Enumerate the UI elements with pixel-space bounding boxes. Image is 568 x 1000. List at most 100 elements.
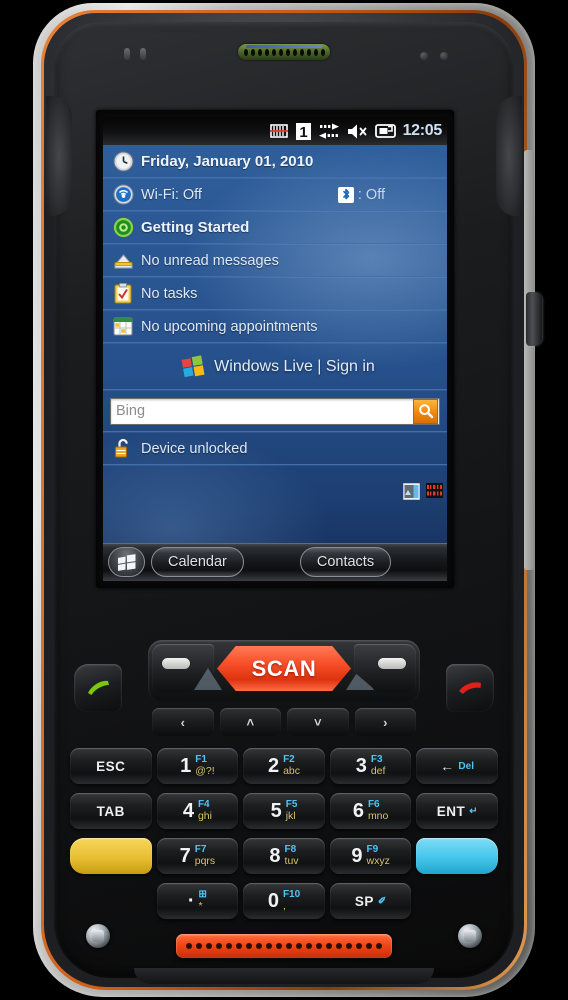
indicator-led-2 (140, 48, 146, 60)
home-appointments-label: No upcoming appointments (141, 318, 318, 335)
key-3[interactable]: 3 F3 def (329, 748, 412, 784)
home-screen: Friday, January 01, 2010 Wi-Fi: Off: Of… (103, 145, 447, 581)
key-2[interactable]: 2 F2 abc (243, 748, 325, 784)
key-1-alt: @?! (195, 764, 215, 777)
signal-off-icon[interactable] (269, 123, 289, 139)
home-bluetooth-status[interactable]: : Off (337, 186, 385, 203)
keypad-panel: SCAN ‹ ˄ ˅ › ESC 1 F1 @?! 2 F2 abc 3 F3 … (70, 640, 498, 940)
status-bar-clock: 12:05 (402, 122, 443, 139)
connectivity-icon[interactable] (318, 123, 340, 140)
search-icon (418, 404, 433, 419)
system-tray[interactable] (403, 483, 443, 500)
call-end-icon (456, 677, 484, 699)
nav-down-key[interactable]: ˅ (287, 708, 349, 736)
barcode-tray-icon[interactable] (426, 483, 443, 500)
keypad-spacer-right (416, 883, 498, 919)
search-input[interactable]: Bing (111, 403, 145, 419)
home-row-search[interactable]: Bing (103, 390, 447, 432)
home-row-tasks[interactable]: No tasks (103, 277, 447, 310)
home-row-getting-started[interactable]: Getting Started (103, 211, 447, 244)
sensor-dot-2 (440, 52, 448, 60)
key-2-alt: abc (283, 764, 301, 777)
home-wifi-label: Wi-Fi: Off (141, 186, 202, 203)
calendar-icon (109, 317, 137, 336)
taskbar-contacts-button[interactable]: Contacts (299, 547, 392, 577)
screenshot-stage: 1 12:05 Friday, January 01, 2010 Wi-Fi: … (0, 0, 568, 1000)
key-6-digit: 6 (352, 800, 364, 822)
key-tab[interactable]: TAB (70, 793, 152, 829)
key-0-alt: , (282, 899, 286, 912)
key-2-digit: 2 (267, 755, 280, 777)
volume-icon[interactable] (347, 123, 368, 140)
key-1[interactable]: 1 F1 @?! (156, 748, 239, 784)
home-row-messages[interactable]: No unread messages (103, 244, 447, 277)
scanner-tray-icon[interactable] (403, 483, 420, 500)
call-answer-key[interactable] (74, 664, 122, 712)
battery-plug-icon[interactable] (374, 123, 396, 139)
device-top-face (54, 22, 514, 102)
messages-icon (109, 251, 137, 270)
home-row-wifi[interactable]: Wi-Fi: Off : Off (103, 178, 447, 211)
search-box[interactable]: Bing (110, 397, 440, 425)
key-tab-label: TAB (96, 803, 125, 819)
home-row-windows-live[interactable]: Windows Live | Sign in (103, 343, 447, 390)
key-enter-label: ENT (436, 803, 466, 819)
keypad-grid: ESC 1 F1 @?! 2 F2 abc 3 F3 def ← Del TAB… (70, 748, 498, 919)
windows-live-icon (181, 354, 205, 379)
key-9[interactable]: 9 F9 wxyz (329, 838, 412, 874)
key-4[interactable]: 4 F4 ghi (156, 793, 239, 829)
taskbar-calendar-button[interactable]: Calendar (151, 547, 244, 577)
home-row-date[interactable]: Friday, January 01, 2010 (103, 145, 447, 178)
home-tasks-label: No tasks (141, 285, 198, 302)
key-enter[interactable]: ENT ↵ (416, 793, 498, 829)
nav-left-key[interactable]: ‹ (152, 708, 214, 736)
key-del-label: Del (458, 760, 474, 772)
key-7-alt: pqrs (194, 854, 216, 867)
backspace-arrow-icon: ← (440, 758, 455, 774)
key-yellow-function[interactable] (70, 838, 152, 874)
key-5[interactable]: 5 F5 jkl (243, 793, 325, 829)
enter-arrow-icon: ↵ (469, 805, 478, 817)
taskbar[interactable]: Calendar Contacts (103, 543, 447, 581)
bottom-speaker-grille (176, 934, 392, 958)
device-right-grip (496, 96, 522, 216)
key-7-digit: 7 (179, 845, 191, 867)
svg-text:1: 1 (299, 124, 307, 140)
key-0[interactable]: 0 F10 , (243, 883, 325, 919)
key-5-digit: 5 (270, 800, 282, 822)
wifi-icon (109, 184, 137, 205)
key-7[interactable]: 7 F7 pqrs (156, 838, 239, 874)
nav-right-key[interactable]: › (354, 708, 416, 736)
device-stud-left (86, 924, 110, 948)
key-backspace-del[interactable]: ← Del (416, 748, 498, 784)
search-button[interactable] (413, 398, 438, 424)
key-6[interactable]: 6 F6 mno (329, 793, 412, 829)
start-button[interactable] (108, 547, 145, 577)
nav-up-key[interactable]: ˄ (219, 708, 281, 736)
home-row-device-lock[interactable]: Device unlocked (103, 432, 447, 465)
key-sp[interactable]: SP ✐ (329, 883, 412, 919)
earpiece-speaker-grille (238, 44, 330, 60)
home-row-appointments[interactable]: No upcoming appointments (103, 310, 447, 343)
key-star-glyph: * (198, 899, 203, 912)
windows-live-label: Windows Live | Sign in (214, 357, 375, 375)
scan-button[interactable]: SCAN (217, 646, 351, 691)
home-messages-label: No unread messages (141, 252, 279, 269)
device-screen[interactable]: 1 12:05 Friday, January 01, 2010 Wi-Fi: … (103, 117, 447, 581)
device-side-button[interactable] (526, 292, 542, 346)
call-end-key[interactable] (446, 664, 494, 712)
clock-icon (109, 151, 137, 172)
scan-button-block: SCAN (148, 640, 420, 702)
key-8[interactable]: 8 F8 tuv (243, 838, 325, 874)
key-dot-glyph: · (187, 890, 195, 912)
status-bar[interactable]: 1 12:05 (103, 117, 447, 145)
getting-started-icon (109, 217, 137, 238)
key-esc[interactable]: ESC (70, 748, 152, 784)
indicator-led-1 (124, 48, 130, 60)
key-cyan-function[interactable] (416, 838, 498, 874)
key-4-digit: 4 (182, 800, 194, 822)
profile-one-icon[interactable]: 1 (295, 122, 311, 140)
key-0-digit: 0 (267, 890, 279, 912)
unlocked-padlock-icon (109, 438, 137, 459)
key-dot-star[interactable]: · ⊞ * (156, 883, 239, 919)
